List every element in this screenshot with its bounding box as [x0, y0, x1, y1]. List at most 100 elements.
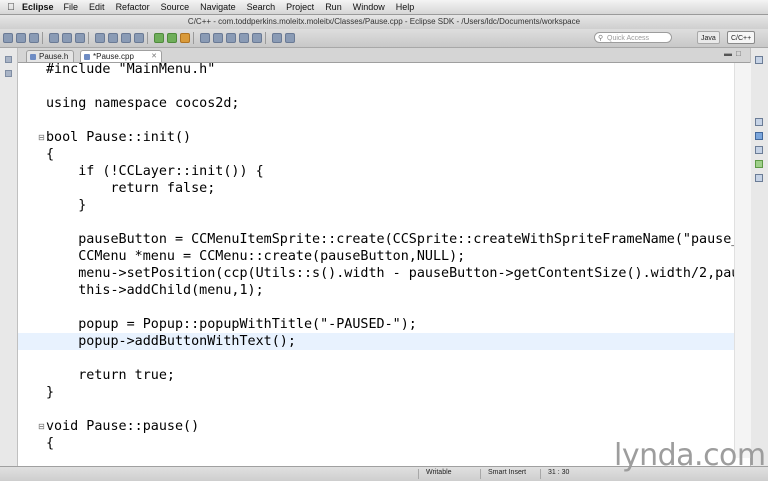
new-source-file-icon[interactable] — [134, 33, 144, 43]
new-class-icon[interactable] — [95, 33, 105, 43]
new-project-icon[interactable] — [121, 33, 131, 43]
code-text: { — [46, 436, 55, 451]
overview-ruler[interactable] — [734, 63, 751, 458]
external-tools-icon[interactable] — [180, 33, 190, 43]
build-config-icon[interactable] — [62, 33, 72, 43]
tasks-icon[interactable] — [755, 146, 763, 154]
menu-help[interactable]: Help — [396, 2, 415, 12]
code-text: using namespace cocos2d; — [46, 96, 240, 111]
perspective-java-button[interactable]: Java — [697, 31, 720, 44]
build-icon[interactable] — [49, 33, 59, 43]
code-line[interactable]: if (!CCLayer::init()) { — [18, 163, 734, 180]
forward-icon[interactable] — [285, 33, 295, 43]
window-title: C/C++ - com.toddperkins.moleitx.moleitx/… — [0, 15, 768, 29]
code-line[interactable]: return false; — [18, 180, 734, 197]
status-separator — [540, 469, 541, 479]
restore-icon[interactable] — [5, 56, 12, 63]
code-line[interactable]: ⊟ bool Pause::init() — [18, 129, 734, 146]
code-line[interactable] — [18, 78, 734, 95]
menu-edit[interactable]: Edit — [89, 2, 105, 12]
menu-refactor[interactable]: Refactor — [116, 2, 150, 12]
code-line[interactable]: #include "MainMenu.h" — [18, 63, 734, 78]
code-text: } — [46, 385, 55, 400]
menu-search[interactable]: Search — [247, 2, 276, 12]
next-annotation-icon[interactable] — [239, 33, 249, 43]
menu-project[interactable]: Project — [286, 2, 314, 12]
new-icon[interactable] — [3, 33, 13, 43]
code-text: this->addChild(menu,1); — [46, 283, 264, 298]
app-menu[interactable]: Eclipse — [22, 2, 54, 12]
new-folder-icon[interactable] — [108, 33, 118, 43]
search-icon[interactable] — [200, 33, 210, 43]
tab-pause-h[interactable]: Pause.h — [26, 50, 74, 62]
search-icon: ⚲ — [598, 35, 604, 42]
tab-pause-cpp[interactable]: *Pause.cpp ✕ — [80, 50, 162, 62]
source-file-icon — [84, 54, 90, 60]
code-line[interactable]: menu->setPosition(ccp(Utils::s().width -… — [18, 265, 734, 282]
code-text: CCMenu *menu = CCMenu::create(pauseButto… — [46, 249, 466, 264]
open-type-icon[interactable] — [213, 33, 223, 43]
minimize-icon[interactable]: ▬ — [724, 49, 732, 58]
code-text: if (!CCLayer::init()) { — [46, 164, 264, 179]
code-line[interactable]: } — [18, 197, 734, 214]
menu-file[interactable]: File — [64, 2, 79, 12]
save-icon[interactable] — [16, 33, 26, 43]
header-file-icon — [30, 54, 36, 60]
code-line[interactable] — [18, 214, 734, 231]
menu-navigate[interactable]: Navigate — [200, 2, 236, 12]
menu-window[interactable]: Window — [353, 2, 385, 12]
code-line[interactable]: ⊟ void Pause::pause() — [18, 418, 734, 435]
code-line[interactable]: } — [18, 384, 734, 401]
code-line[interactable]: this->addChild(menu,1); — [18, 282, 734, 299]
status-writable: Writable — [426, 469, 452, 476]
code-text: popup->addButtonWithText(); — [46, 334, 296, 349]
problems-icon[interactable] — [755, 132, 763, 140]
code-line[interactable] — [18, 350, 734, 367]
code-text: return true; — [46, 368, 175, 383]
code-line[interactable]: return true; — [18, 367, 734, 384]
run-icon[interactable] — [167, 33, 177, 43]
maximize-icon[interactable]: □ — [736, 49, 741, 58]
code-text: menu->setPosition(ccp(Utils::s().width -… — [46, 266, 734, 281]
left-trim-bar — [0, 48, 18, 466]
quick-access-input[interactable]: ⚲ Quick Access — [594, 32, 672, 43]
code-line[interactable] — [18, 112, 734, 129]
code-line[interactable]: CCMenu *menu = CCMenu::create(pauseButto… — [18, 248, 734, 265]
toolbar-separator — [193, 32, 194, 44]
code-line[interactable]: using namespace cocos2d; — [18, 95, 734, 112]
back-icon[interactable] — [272, 33, 282, 43]
code-line[interactable] — [18, 401, 734, 418]
quick-access-placeholder: Quick Access — [607, 35, 650, 42]
lynda-watermark-logo: lynda.com — [614, 438, 766, 473]
status-cursor-position: 31 : 30 — [548, 469, 570, 476]
menu-run[interactable]: Run — [325, 2, 342, 12]
current-code-line[interactable]: popup->addButtonWithText(); — [18, 333, 734, 350]
project-explorer-icon[interactable] — [5, 70, 12, 77]
code-line[interactable]: popup = Popup::popupWithTitle("-PAUSED-"… — [18, 316, 734, 333]
code-text: #include "MainMenu.h" — [46, 63, 216, 77]
apple-menu-icon[interactable]:  — [0, 2, 22, 13]
properties-icon[interactable] — [755, 174, 763, 182]
close-icon[interactable]: ✕ — [151, 51, 157, 63]
outline-icon[interactable] — [755, 118, 763, 126]
toggle-mark-occurrences-icon[interactable] — [226, 33, 236, 43]
code-text: popup = Popup::popupWithTitle("-PAUSED-"… — [46, 317, 417, 332]
code-editor[interactable]: #include "MainMenu.h" using namespace co… — [18, 63, 734, 458]
toolbar-separator — [88, 32, 89, 44]
code-line[interactable]: pauseButton = CCMenuItemSprite::create(C… — [18, 231, 734, 248]
code-text: return false; — [46, 181, 216, 196]
code-line[interactable] — [18, 299, 734, 316]
menu-source[interactable]: Source — [161, 2, 190, 12]
fold-collapse-icon[interactable]: ⊟ — [38, 134, 45, 142]
console-icon[interactable] — [755, 160, 763, 168]
debug-icon[interactable] — [154, 33, 164, 43]
prev-annotation-icon[interactable] — [252, 33, 262, 43]
code-line[interactable]: { — [18, 146, 734, 163]
restore-icon[interactable] — [755, 56, 763, 64]
code-text: bool Pause::init() — [46, 130, 192, 145]
save-all-icon[interactable] — [29, 33, 39, 43]
build-all-icon[interactable] — [75, 33, 85, 43]
fold-collapse-icon[interactable]: ⊟ — [38, 423, 45, 431]
perspective-cpp-button[interactable]: C/C++ — [727, 31, 756, 44]
toolbar-separator — [265, 32, 266, 44]
